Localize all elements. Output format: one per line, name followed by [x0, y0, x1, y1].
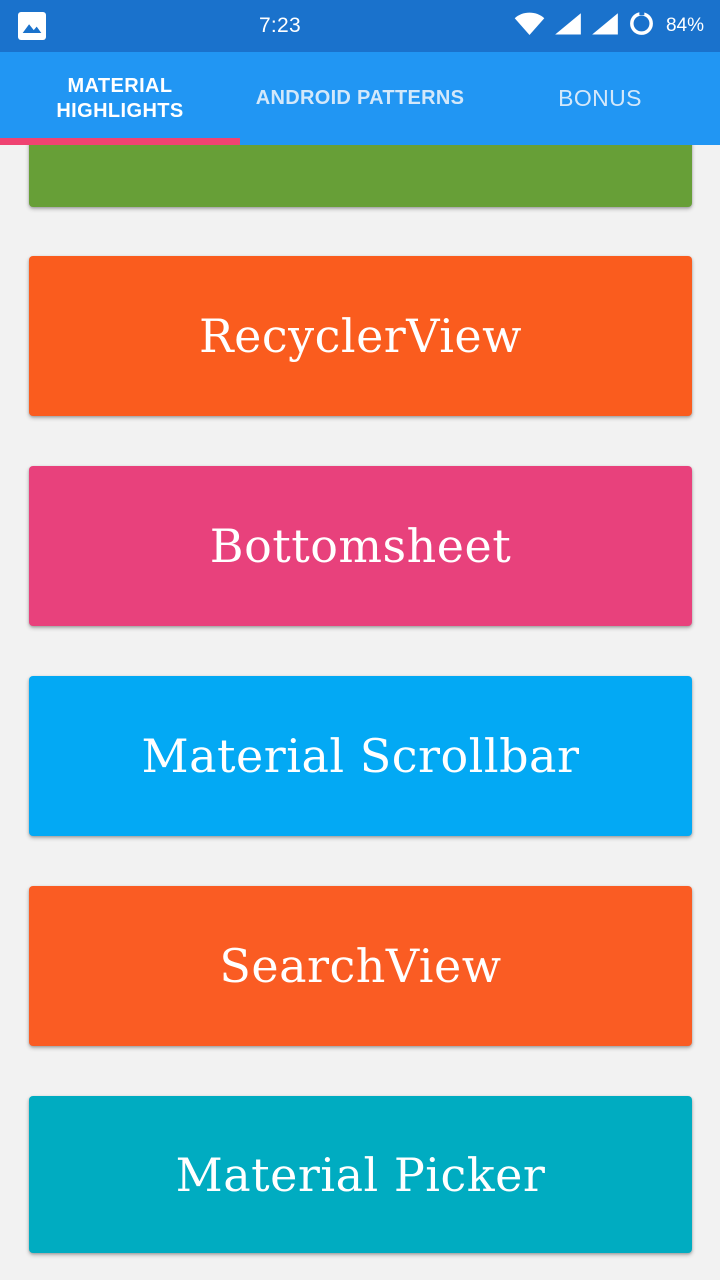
card-item-label: Material Scrollbar — [141, 729, 580, 783]
status-bar-clock: 7:23 — [258, 14, 302, 37]
tab-bar: MATERIAL HIGHLIGHTS ANDROID PATTERNS BON… — [0, 52, 720, 145]
card-item[interactable]: Material Picker — [29, 1096, 692, 1253]
photo-icon — [18, 12, 46, 40]
wifi-icon — [514, 12, 545, 41]
status-bar-clock-wrap: 7:23 — [46, 14, 514, 38]
card-item[interactable]: SearchView — [29, 886, 692, 1046]
tab-bonus[interactable]: BONUS — [480, 52, 720, 145]
tab-android-patterns-label: ANDROID PATTERNS — [255, 87, 465, 110]
app-root: 7:23 84% MATERIAL HIGHLIGHTS ANDROID PAT… — [0, 0, 720, 1280]
card-item[interactable]: Material Scrollbar — [29, 676, 692, 836]
card-item-label: Material Picker — [175, 1147, 546, 1202]
card-item-label: Bottomsheet — [209, 519, 512, 573]
status-bar-notifications — [0, 12, 46, 40]
status-bar: 7:23 84% — [0, 0, 720, 52]
card-list[interactable]: Highlighting RecyclerView Bottomsheet Mater… — [0, 145, 720, 1280]
tab-bonus-label: BONUS — [558, 85, 642, 112]
status-bar-system-icons: 84% — [514, 10, 720, 42]
card-item[interactable]: Bottomsheet — [29, 466, 692, 626]
tab-android-patterns[interactable]: ANDROID PATTERNS — [240, 52, 480, 145]
tab-selected-indicator — [0, 138, 240, 145]
signal-cellular-2-icon — [591, 12, 619, 41]
card-item-label: SearchView — [219, 939, 502, 993]
signal-cellular-1-icon — [554, 12, 582, 41]
tab-material-highlights-label: MATERIAL HIGHLIGHTS — [56, 75, 184, 122]
battery-ring-icon — [628, 10, 655, 42]
tab-material-highlights[interactable]: MATERIAL HIGHLIGHTS — [0, 52, 240, 145]
card-item[interactable]: RecyclerView — [29, 256, 692, 416]
card-item[interactable]: Highlighting — [29, 145, 692, 207]
card-item-label: RecyclerView — [198, 309, 522, 363]
battery-percent-label: 84% — [665, 15, 704, 36]
